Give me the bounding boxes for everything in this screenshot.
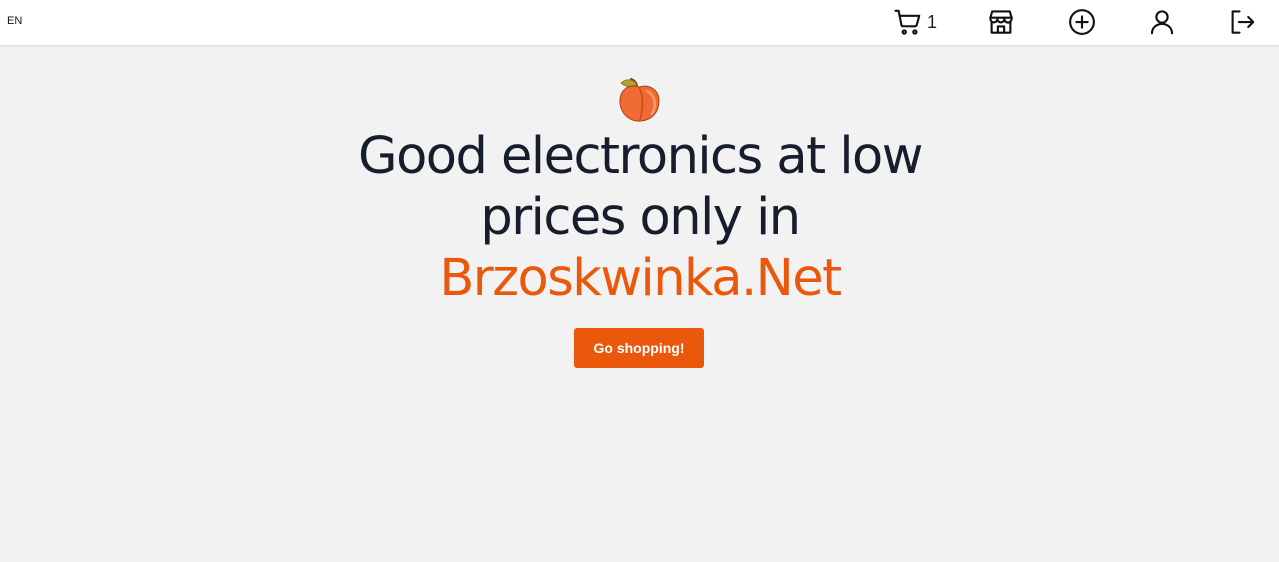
profile-button[interactable]	[1147, 7, 1177, 37]
headline-line-1: Good electronics at low	[358, 127, 923, 186]
cart-icon	[894, 9, 921, 35]
headline-line-2: prices only in	[480, 188, 801, 247]
brand-name: Brzoskwinka.Net	[439, 249, 842, 308]
top-navbar: EN 1	[0, 0, 1279, 46]
go-shopping-button[interactable]: Go shopping!	[574, 328, 704, 368]
peach-icon	[619, 78, 660, 122]
add-circle-icon	[1069, 9, 1095, 35]
language-selector[interactable]: EN	[7, 15, 22, 27]
user-icon	[1150, 10, 1174, 35]
store-button[interactable]	[986, 7, 1016, 37]
hero-headline: Good electronics at low prices only in B…	[240, 126, 1040, 309]
cart-count-badge: 1	[927, 11, 938, 32]
cart-button[interactable]: 1	[893, 7, 937, 37]
logout-icon	[1231, 10, 1255, 34]
logout-button[interactable]	[1227, 7, 1257, 37]
add-product-button[interactable]	[1067, 7, 1097, 37]
store-icon	[989, 10, 1013, 34]
